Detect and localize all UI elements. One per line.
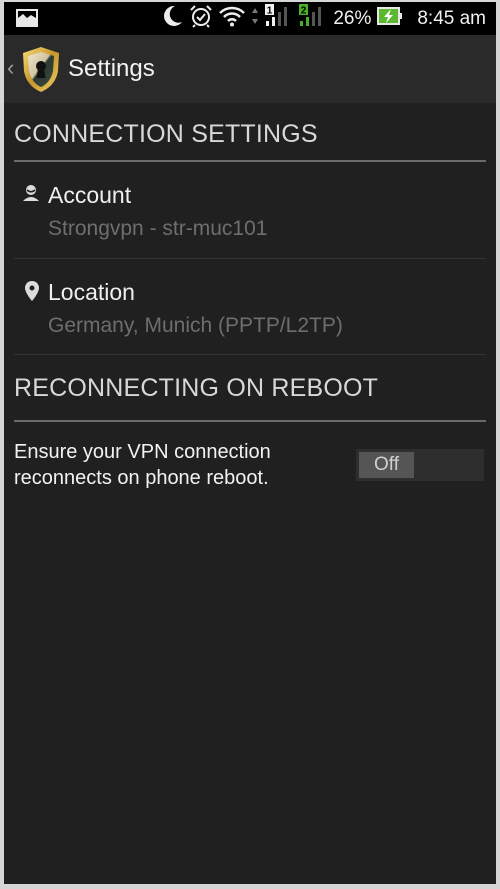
section-divider [14, 420, 486, 422]
action-bar: ‹ Settings [4, 35, 496, 103]
location-pin-icon [25, 281, 39, 306]
shield-keyhole-icon[interactable] [20, 45, 62, 93]
sim1-signal-icon: 1 [265, 3, 293, 34]
clock-time: 8:45 am [417, 7, 486, 29]
person-icon [22, 184, 40, 207]
wifi-icon [219, 5, 246, 32]
toggle-thumb[interactable]: Off [359, 452, 414, 478]
app-screen: 1 2 26% 8:45 am ‹ Settings CONNECTION SE… [4, 2, 496, 884]
battery-percent: 26% [333, 7, 372, 29]
location-title: Location [48, 279, 135, 305]
item-divider [14, 354, 486, 355]
sim2-signal-icon: 2 [299, 3, 327, 34]
reconnect-on-reboot-description: Ensure your VPN connection reconnects on… [14, 441, 271, 489]
do-not-disturb-moon-icon [161, 4, 183, 33]
section-header-connection-settings: CONNECTION SETTINGS [14, 120, 318, 148]
gallery-notification-icon [16, 8, 38, 33]
sim2-label: 2 [301, 6, 307, 17]
location-summary: Germany, Munich (PPTP/L2TP) [48, 314, 343, 337]
back-chevron-icon[interactable]: ‹ [7, 55, 14, 81]
page-title: Settings [68, 55, 155, 82]
section-header-reconnecting-on-reboot: RECONNECTING ON REBOOT [14, 374, 379, 402]
battery-charging-icon [377, 6, 403, 31]
status-bar: 1 2 26% 8:45 am [4, 2, 496, 35]
account-title: Account [48, 182, 132, 208]
alarm-icon [189, 4, 213, 33]
account-summary: Strongvpn - str-muc101 [48, 217, 268, 240]
sim1-label: 1 [267, 6, 273, 17]
account-preference[interactable]: Account Strongvpn - str-muc101 [4, 162, 496, 258]
reconnect-on-reboot-toggle[interactable]: Off [356, 449, 484, 481]
location-preference[interactable]: Location Germany, Munich (PPTP/L2TP) [4, 259, 496, 355]
data-arrows-icon [251, 6, 259, 31]
